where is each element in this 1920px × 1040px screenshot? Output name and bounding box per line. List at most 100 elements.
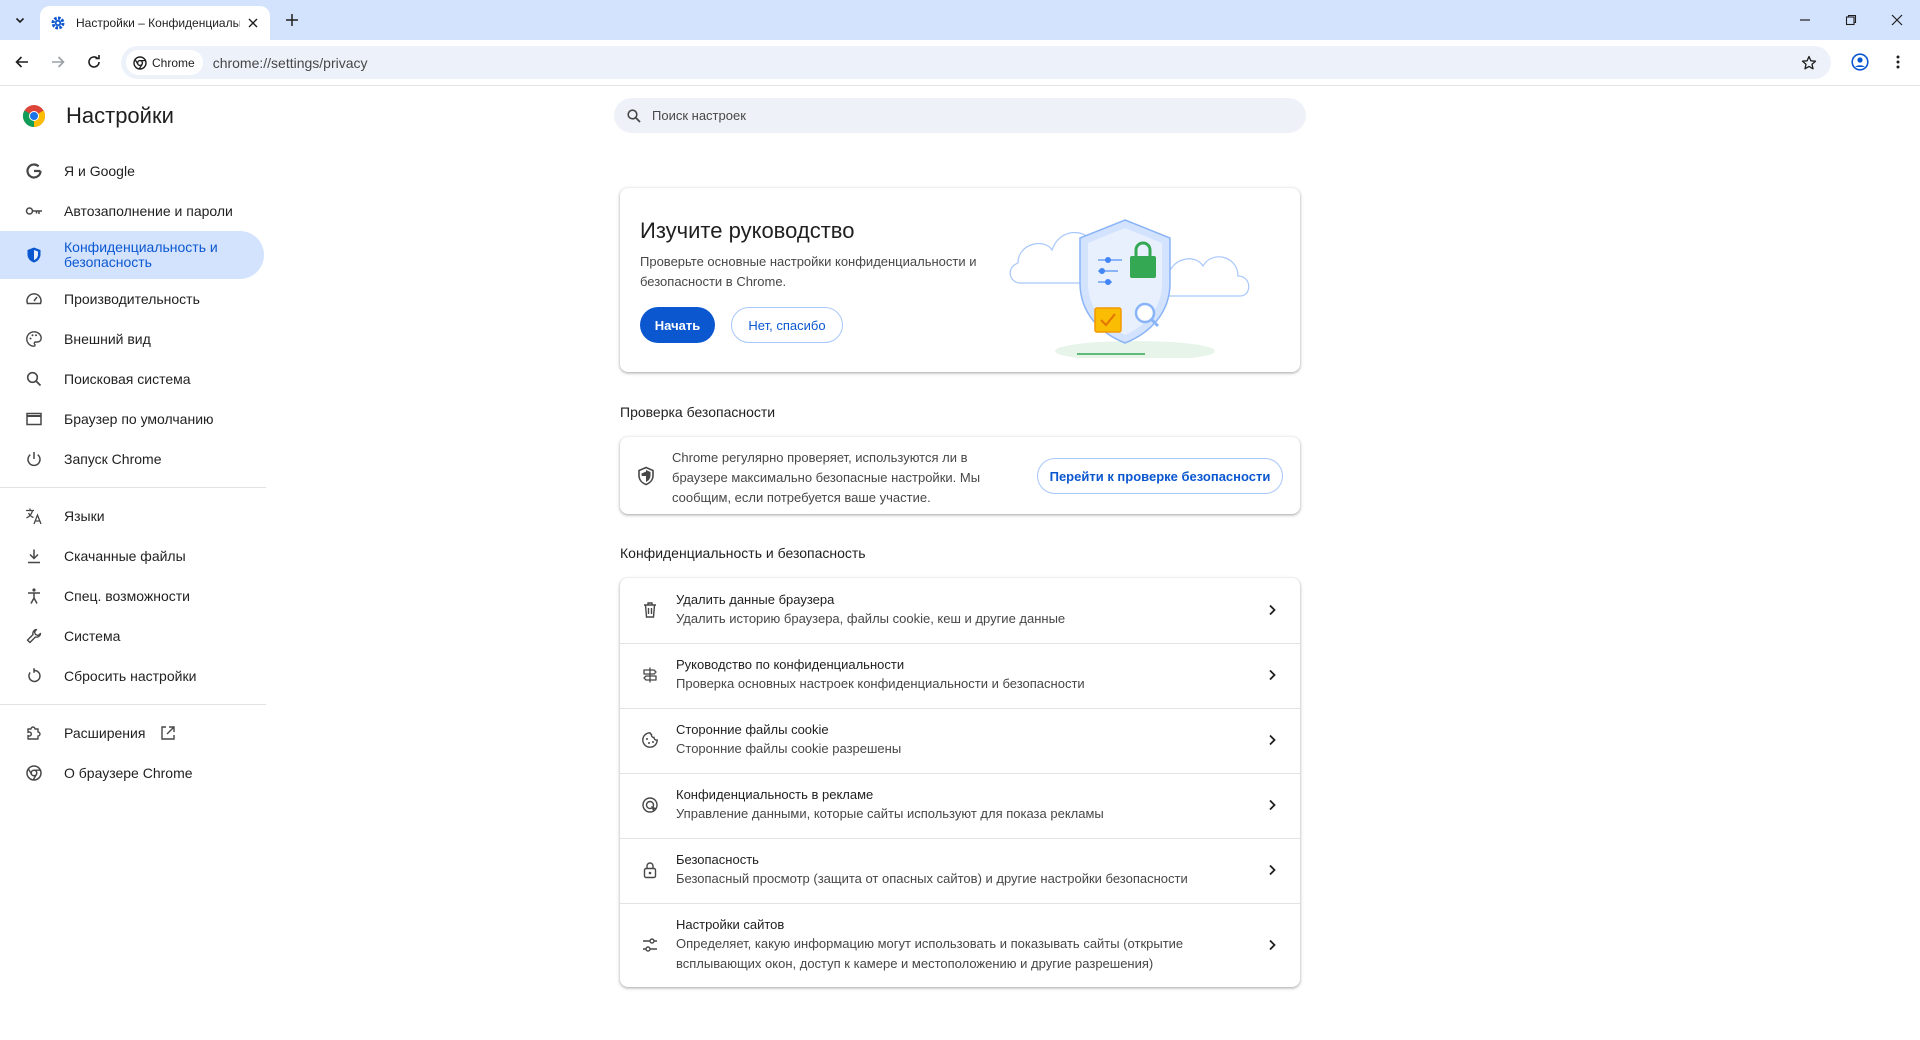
row-subtitle: Безопасный просмотр (защита от опасных с…	[676, 871, 1188, 886]
minimize-icon	[1800, 19, 1810, 21]
sidebar-item-label: Производительность	[64, 290, 200, 307]
tab-strip: Настройки – Конфиденциальность и безопас…	[0, 0, 1920, 40]
tab-search-button[interactable]	[8, 8, 32, 32]
power-icon	[24, 449, 44, 469]
sidebar-divider	[0, 487, 266, 488]
sidebar-item-appearance[interactable]: Внешний вид	[0, 317, 264, 361]
address-bar[interactable]: Chrome chrome://settings/privacy	[121, 46, 1831, 79]
shield-icon	[24, 245, 44, 265]
list-item-ad-privacy[interactable]: Конфиденциальность в рекламе Управление …	[620, 773, 1300, 838]
list-item-site-settings[interactable]: Настройки сайтов Определяет, какую инфор…	[620, 903, 1300, 987]
sidebar-item-performance[interactable]: Производительность	[0, 277, 264, 321]
sidebar-item-label: Браузер по умолчанию	[64, 410, 214, 427]
tune-icon	[640, 935, 660, 955]
row-title: Настройки сайтов	[676, 917, 785, 932]
row-title: Сторонние файлы cookie	[676, 722, 829, 737]
row-title: Безопасность	[676, 852, 759, 867]
privacy-guide-promo-card: Изучите руководство Проверьте основные н…	[620, 188, 1300, 372]
chevron-right-icon	[1269, 864, 1276, 876]
reload-icon	[88, 55, 100, 68]
restore-button[interactable]	[1828, 0, 1874, 40]
reset-icon	[24, 666, 44, 686]
chrome-logo-icon	[22, 105, 46, 127]
arrow-right-icon	[52, 56, 65, 68]
start-guide-button[interactable]: Начать	[640, 307, 715, 343]
profile-button[interactable]	[1848, 50, 1872, 74]
sidebar-item-on-startup[interactable]: Запуск Chrome	[0, 437, 264, 481]
plus-icon	[286, 14, 298, 26]
sidebar-item-about-chrome[interactable]: О браузере Chrome	[0, 751, 264, 795]
back-button[interactable]	[10, 50, 34, 74]
list-item-clear-browsing-data[interactable]: Удалить данные браузера Удалить историю …	[620, 578, 1300, 643]
signpost-icon	[640, 665, 660, 685]
close-window-button[interactable]	[1874, 0, 1920, 40]
chrome-icon	[133, 55, 147, 70]
bookmark-button[interactable]	[1797, 51, 1821, 75]
minimize-button[interactable]	[1782, 0, 1828, 40]
sidebar-item-you-and-google[interactable]: Я и Google	[0, 149, 264, 193]
accessibility-icon	[24, 586, 44, 606]
sidebar-item-downloads[interactable]: Скачанные файлы	[0, 534, 264, 578]
list-item-security[interactable]: Безопасность Безопасный просмотр (защита…	[620, 838, 1300, 903]
browser-window-icon	[24, 409, 44, 429]
palette-icon	[24, 329, 44, 349]
sidebar-item-languages[interactable]: Языки	[0, 494, 264, 538]
search-icon	[627, 108, 641, 123]
arrow-left-icon	[15, 56, 28, 68]
sidebar-item-accessibility[interactable]: Спец. возможности	[0, 574, 264, 618]
sidebar-item-reset[interactable]: Сбросить настройки	[0, 654, 264, 698]
row-subtitle: Сторонние файлы cookie разрешены	[676, 741, 902, 756]
ad-privacy-icon	[640, 795, 660, 815]
privacy-guide-illustration	[1009, 219, 1250, 358]
list-item-third-party-cookies[interactable]: Сторонние файлы cookie Сторонние файлы c…	[620, 708, 1300, 773]
sidebar-item-label: Расширения	[64, 724, 146, 741]
row-subtitle: Определяет, какую информацию могут испол…	[676, 936, 1184, 971]
site-info-chip[interactable]: Chrome	[126, 50, 203, 75]
chevron-right-icon	[1269, 604, 1276, 616]
sidebar-item-label: Сбросить настройки	[64, 667, 197, 684]
safety-check-section-title: Проверка безопасности	[620, 404, 776, 420]
restore-icon	[1845, 14, 1857, 26]
sidebar-item-label: Спец. возможности	[64, 587, 190, 604]
sidebar-item-label: Конфиденциальность и безопасность	[64, 239, 218, 270]
chevron-right-icon	[1269, 939, 1276, 951]
menu-button[interactable]	[1886, 50, 1910, 74]
row-title: Руководство по конфиденциальности	[676, 657, 905, 672]
row-title: Конфиденциальность в рекламе	[676, 787, 874, 802]
go-to-safety-check-button[interactable]: Перейти к проверке безопасности	[1037, 458, 1283, 494]
settings-search-input[interactable]: Поиск настроек	[614, 98, 1306, 133]
sidebar-item-label: Автозаполнение и пароли	[64, 202, 233, 219]
chevron-right-icon	[1269, 734, 1276, 746]
key-icon	[24, 201, 44, 221]
star-icon	[1801, 55, 1817, 70]
sidebar-item-privacy[interactable]: Конфиденциальность и безопасность	[0, 231, 264, 279]
url-text: chrome://settings/privacy	[212, 54, 368, 71]
cookie-icon	[640, 730, 660, 750]
list-item-privacy-guide[interactable]: Руководство по конфиденциальности Провер…	[620, 643, 1300, 708]
new-tab-button[interactable]	[281, 9, 303, 31]
tab-close-button[interactable]	[244, 14, 262, 32]
sidebar-item-autofill[interactable]: Автозаполнение и пароли	[0, 189, 264, 233]
page-title: Настройки	[66, 103, 174, 128]
tab-settings[interactable]: Настройки – Конфиденциальность и безопас…	[40, 6, 270, 40]
forward-button[interactable]	[46, 50, 70, 74]
sidebar-item-label: Я и Google	[64, 162, 135, 179]
dismiss-guide-button[interactable]: Нет, спасибо	[731, 307, 843, 343]
lock-icon	[640, 860, 660, 880]
sidebar-item-label: Запуск Chrome	[64, 450, 162, 467]
sidebar-item-search-engine[interactable]: Поисковая система	[0, 357, 264, 401]
account-icon	[1851, 53, 1869, 71]
safety-check-description: Chrome регулярно проверяет, используются…	[672, 450, 981, 505]
sidebar-item-default-browser[interactable]: Браузер по умолчанию	[0, 397, 264, 441]
sidebar-item-label: Поисковая система	[64, 370, 191, 387]
sidebar-item-system[interactable]: Система	[0, 614, 264, 658]
sidebar-item-label: Скачанные файлы	[64, 547, 186, 564]
sidebar-item-extensions[interactable]: Расширения	[0, 711, 264, 755]
guide-title: Изучите руководство	[640, 218, 855, 243]
chrome-icon	[24, 763, 44, 783]
sidebar-item-label: О браузере Chrome	[64, 764, 193, 781]
trash-icon	[640, 600, 660, 620]
reload-button[interactable]	[82, 50, 106, 74]
row-subtitle: Управление данными, которые сайты исполь…	[676, 806, 1104, 821]
close-icon	[1891, 14, 1903, 26]
